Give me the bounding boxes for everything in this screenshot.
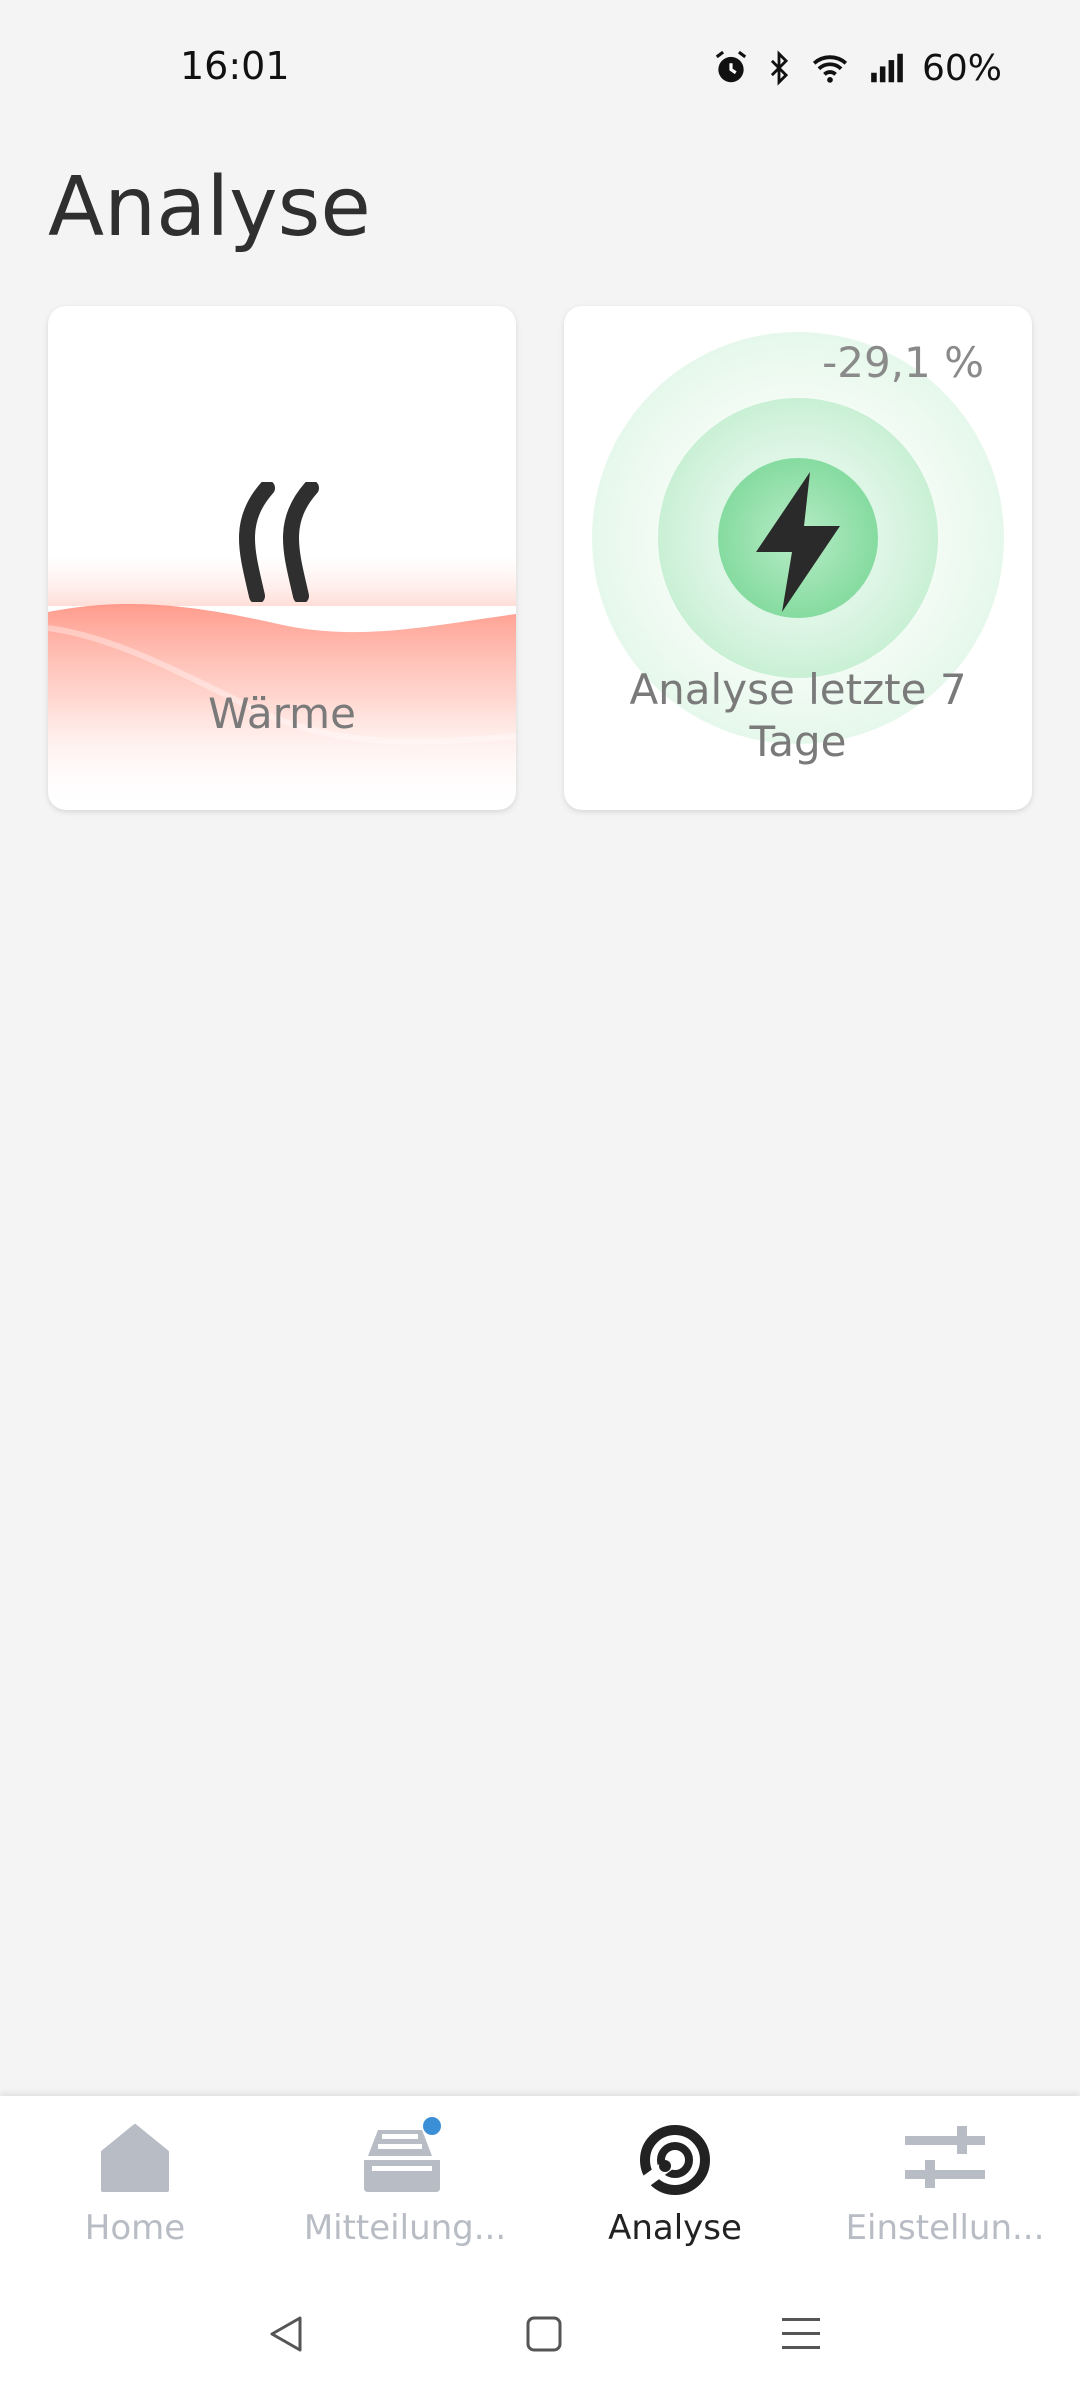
nav-label-analysis: Analyse <box>608 2208 742 2248</box>
home-square-icon[interactable] <box>524 2314 564 2354</box>
nav-label-messages: Mitteilung... <box>303 2208 507 2248</box>
wifi-icon <box>812 55 848 83</box>
status-bar: 16:01 60% <box>0 0 1080 140</box>
heat-card[interactable]: Wärme <box>48 306 516 810</box>
power-change-percent: -29,1 % <box>822 338 984 387</box>
heat-card-label: Wärme <box>208 689 356 738</box>
inbox-icon <box>364 2117 441 2192</box>
power-card-label-line2: Tage <box>749 717 847 766</box>
sliders-icon <box>905 2126 985 2188</box>
back-icon[interactable] <box>266 2314 306 2354</box>
menu-icon[interactable] <box>780 2314 822 2354</box>
power-card-label: Analyse letzte 7 Tage <box>564 664 1032 768</box>
nav-item-home[interactable]: Home <box>0 2096 270 2286</box>
nav-label-settings: Einstellun... <box>845 2208 1045 2248</box>
page-title: Analyse <box>48 160 371 255</box>
power-card-label-line1: Analyse letzte 7 <box>629 665 967 714</box>
heat-waves-icon <box>239 482 319 602</box>
notification-dot <box>423 2117 441 2135</box>
bluetooth-icon <box>770 50 789 86</box>
battery-level: 60% <box>921 47 1002 89</box>
nav-item-messages[interactable]: Mitteilung... <box>270 2096 540 2286</box>
home-icon <box>101 2124 169 2192</box>
nav-item-analysis[interactable]: Analyse <box>540 2096 810 2286</box>
power-analysis-card[interactable]: -29,1 % Analyse letzte 7 Tage <box>564 306 1032 810</box>
lightning-bolt-icon <box>756 472 840 612</box>
nav-item-settings[interactable]: Einstellun... <box>810 2096 1080 2286</box>
alarm-icon <box>715 50 747 83</box>
nav-label-home: Home <box>84 2208 186 2248</box>
system-navigation-bar <box>0 2286 1080 2400</box>
bottom-navigation: Home Mitteilung... Analyse Einstellun... <box>0 2096 1080 2286</box>
signal-icon <box>871 53 903 83</box>
analysis-icon <box>640 2125 710 2195</box>
status-time: 16:01 <box>180 44 290 88</box>
status-icons: 60% <box>712 44 1002 92</box>
